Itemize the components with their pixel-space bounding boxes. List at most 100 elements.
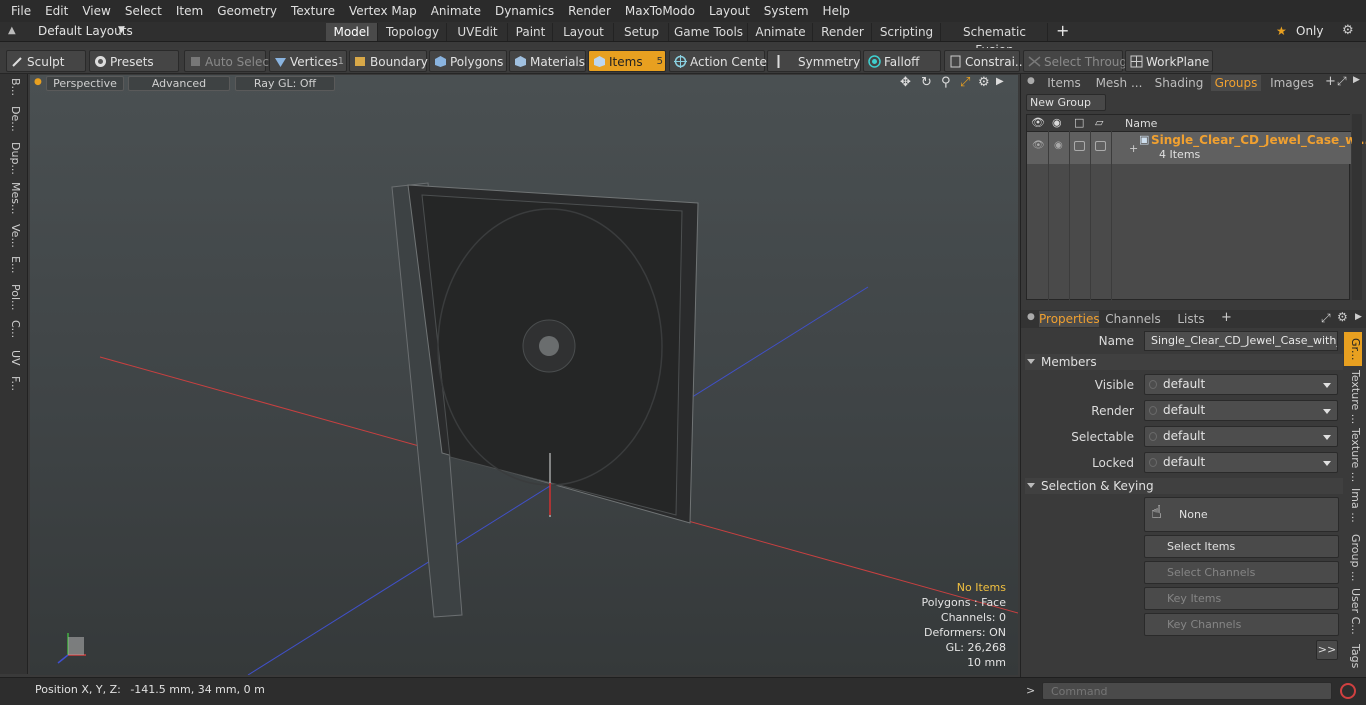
panel-tab-items[interactable]: Items [1039,75,1089,91]
locked-icon[interactable]: ▱ [1095,116,1103,129]
menu-animate[interactable]: Animate [424,0,488,22]
vertices-button[interactable]: Vertices 1 [269,50,347,72]
left-tab-polygon[interactable]: Pol... [4,284,22,311]
tab-render[interactable]: Render [814,23,872,41]
workplane-button[interactable]: WorkPlane [1125,50,1213,72]
rtab-texture-2[interactable]: Texture ... [1344,428,1362,482]
falloff-button[interactable]: Falloff [863,50,941,72]
prop-maximize-icon[interactable]: ⤢ [1321,311,1331,326]
visible-dropdown[interactable]: default [1144,374,1338,395]
panel-add-tab-icon[interactable]: + [1325,74,1336,89]
menu-layout[interactable]: Layout [702,0,757,22]
polygons-button[interactable]: Polygons [429,50,507,72]
layout-gear-icon[interactable]: ⚙ [1342,23,1354,38]
visibility-eye-icon[interactable]: 👁 [1031,116,1045,129]
tab-game-tools[interactable]: Game Tools [670,23,748,41]
row-selectable-icon[interactable] [1074,141,1085,151]
panel-tab-images[interactable]: Images [1263,75,1321,91]
3d-viewport[interactable]: ● Perspective Advanced Ray GL: Off ✥ ↻ ⚲… [30,75,1018,675]
left-tab-vertex[interactable]: Ve... [4,224,22,248]
symmetry-button[interactable]: Symmetry [767,50,861,72]
row-visibility-icon[interactable]: 👁 [1032,140,1045,151]
more-button[interactable]: >> [1316,640,1338,660]
selectable-dropdown[interactable]: default [1144,426,1338,447]
items-button[interactable]: Items 5 [588,50,666,72]
left-tab-uv[interactable]: UV [4,350,22,366]
row-locked-icon[interactable] [1095,141,1106,151]
left-tab-edge[interactable]: E... [4,256,22,273]
rtab-image[interactable]: Ima ... [1344,488,1362,523]
none-button[interactable]: ☝ None [1144,497,1339,532]
menu-vertex-map[interactable]: Vertex Map [342,0,424,22]
tab-schematic-fusion[interactable]: Schematic Fusion [942,23,1048,57]
locked-dropdown[interactable]: default [1144,452,1338,473]
sculpt-button[interactable]: Sculpt [6,50,86,72]
members-section[interactable]: Members [1027,355,1097,369]
left-tab-basic[interactable]: B... [4,78,22,96]
menu-edit[interactable]: Edit [38,0,75,22]
auto-select-button[interactable]: Auto Select [184,50,274,72]
add-tab-plus-icon[interactable]: + [1056,21,1069,40]
left-tab-deform[interactable]: De... [4,106,22,132]
only-toggle[interactable]: Only [1296,24,1324,38]
prop-tab-properties[interactable]: Properties [1039,311,1100,327]
row-render-icon[interactable]: ◉ [1054,140,1063,151]
expand-plus-icon[interactable]: + [1129,142,1138,155]
key-items-button[interactable]: Key Items [1144,587,1339,610]
rtab-group-2[interactable]: Group ... [1344,534,1362,581]
tab-model[interactable]: Model [326,23,378,41]
prop-tab-channels[interactable]: Channels [1105,311,1161,327]
selectable-icon[interactable]: □ [1074,116,1084,129]
action-center-button[interactable]: Action Center [669,50,772,72]
tab-topology[interactable]: Topology [379,23,447,41]
menu-select[interactable]: Select [118,0,169,22]
tab-animate[interactable]: Animate [749,23,813,41]
menu-system[interactable]: System [757,0,816,22]
menu-render[interactable]: Render [561,0,618,22]
rtab-user-channels[interactable]: User C... [1344,588,1362,635]
left-tab-mesh-edit[interactable]: Mes... [4,182,22,214]
presets-button[interactable]: Presets [89,50,179,72]
selection-keying-section[interactable]: Selection & Keying [1027,479,1154,493]
select-items-button[interactable]: Select Items [1144,535,1339,558]
render-icon[interactable]: ◉ [1052,116,1062,129]
name-column-header[interactable]: Name [1125,117,1157,130]
menu-dynamics[interactable]: Dynamics [488,0,561,22]
render-dropdown[interactable]: default [1144,400,1338,421]
key-channels-button[interactable]: Key Channels [1144,613,1339,636]
prop-tab-lists[interactable]: Lists [1167,311,1215,327]
properties-dot-icon[interactable]: ● [1027,312,1035,322]
group-name[interactable]: Single_Clear_CD_Jewel_Case_w... [1151,133,1366,147]
left-tab-fusion[interactable]: F... [4,376,22,391]
new-group-button[interactable]: New Group [1026,94,1106,111]
materials-button[interactable]: Materials [509,50,586,72]
prop-add-tab-icon[interactable]: + [1221,310,1232,325]
tab-paint[interactable]: Paint [509,23,553,41]
panel-tab-mesh[interactable]: Mesh ... [1091,75,1147,91]
name-input[interactable]: Single_Clear_CD_Jewel_Case_with_Bl [1144,331,1338,351]
select-channels-button[interactable]: Select Channels [1144,561,1339,584]
panel-expand-arrow-icon[interactable]: ▶ [1353,75,1360,85]
menu-view[interactable]: View [75,0,117,22]
menu-item[interactable]: Item [169,0,210,22]
panel-tab-groups[interactable]: Groups [1211,75,1261,91]
groups-scrollbar[interactable] [1352,114,1362,300]
prop-gear-icon[interactable]: ⚙ [1337,310,1348,324]
command-input[interactable] [1042,682,1332,700]
layout-lock-icon[interactable]: ▲ [8,25,16,36]
panel-maximize-icon[interactable]: ⤢ [1337,74,1347,89]
panel-tab-shading[interactable]: Shading [1151,75,1207,91]
boundary-button[interactable]: Boundary [349,50,428,72]
tab-uvedit[interactable]: UVEdit [448,23,508,41]
menu-maxtomodo[interactable]: MaxToModo [618,0,702,22]
tab-layout[interactable]: Layout [554,23,614,41]
group-row[interactable]: 👁 ◉ + ▣ Single_Clear_CD_Jewel_Case_w... … [1027,132,1366,164]
menu-file[interactable]: File [4,0,38,22]
rtab-texture-1[interactable]: Texture ... [1344,370,1362,424]
panel-dot-icon[interactable]: ● [1027,76,1035,86]
left-tab-duplicate[interactable]: Dup... [4,142,22,175]
menu-texture[interactable]: Texture [284,0,342,22]
tab-scripting[interactable]: Scripting [873,23,941,41]
rtab-group[interactable]: Gr... [1344,332,1362,366]
menu-help[interactable]: Help [816,0,857,22]
